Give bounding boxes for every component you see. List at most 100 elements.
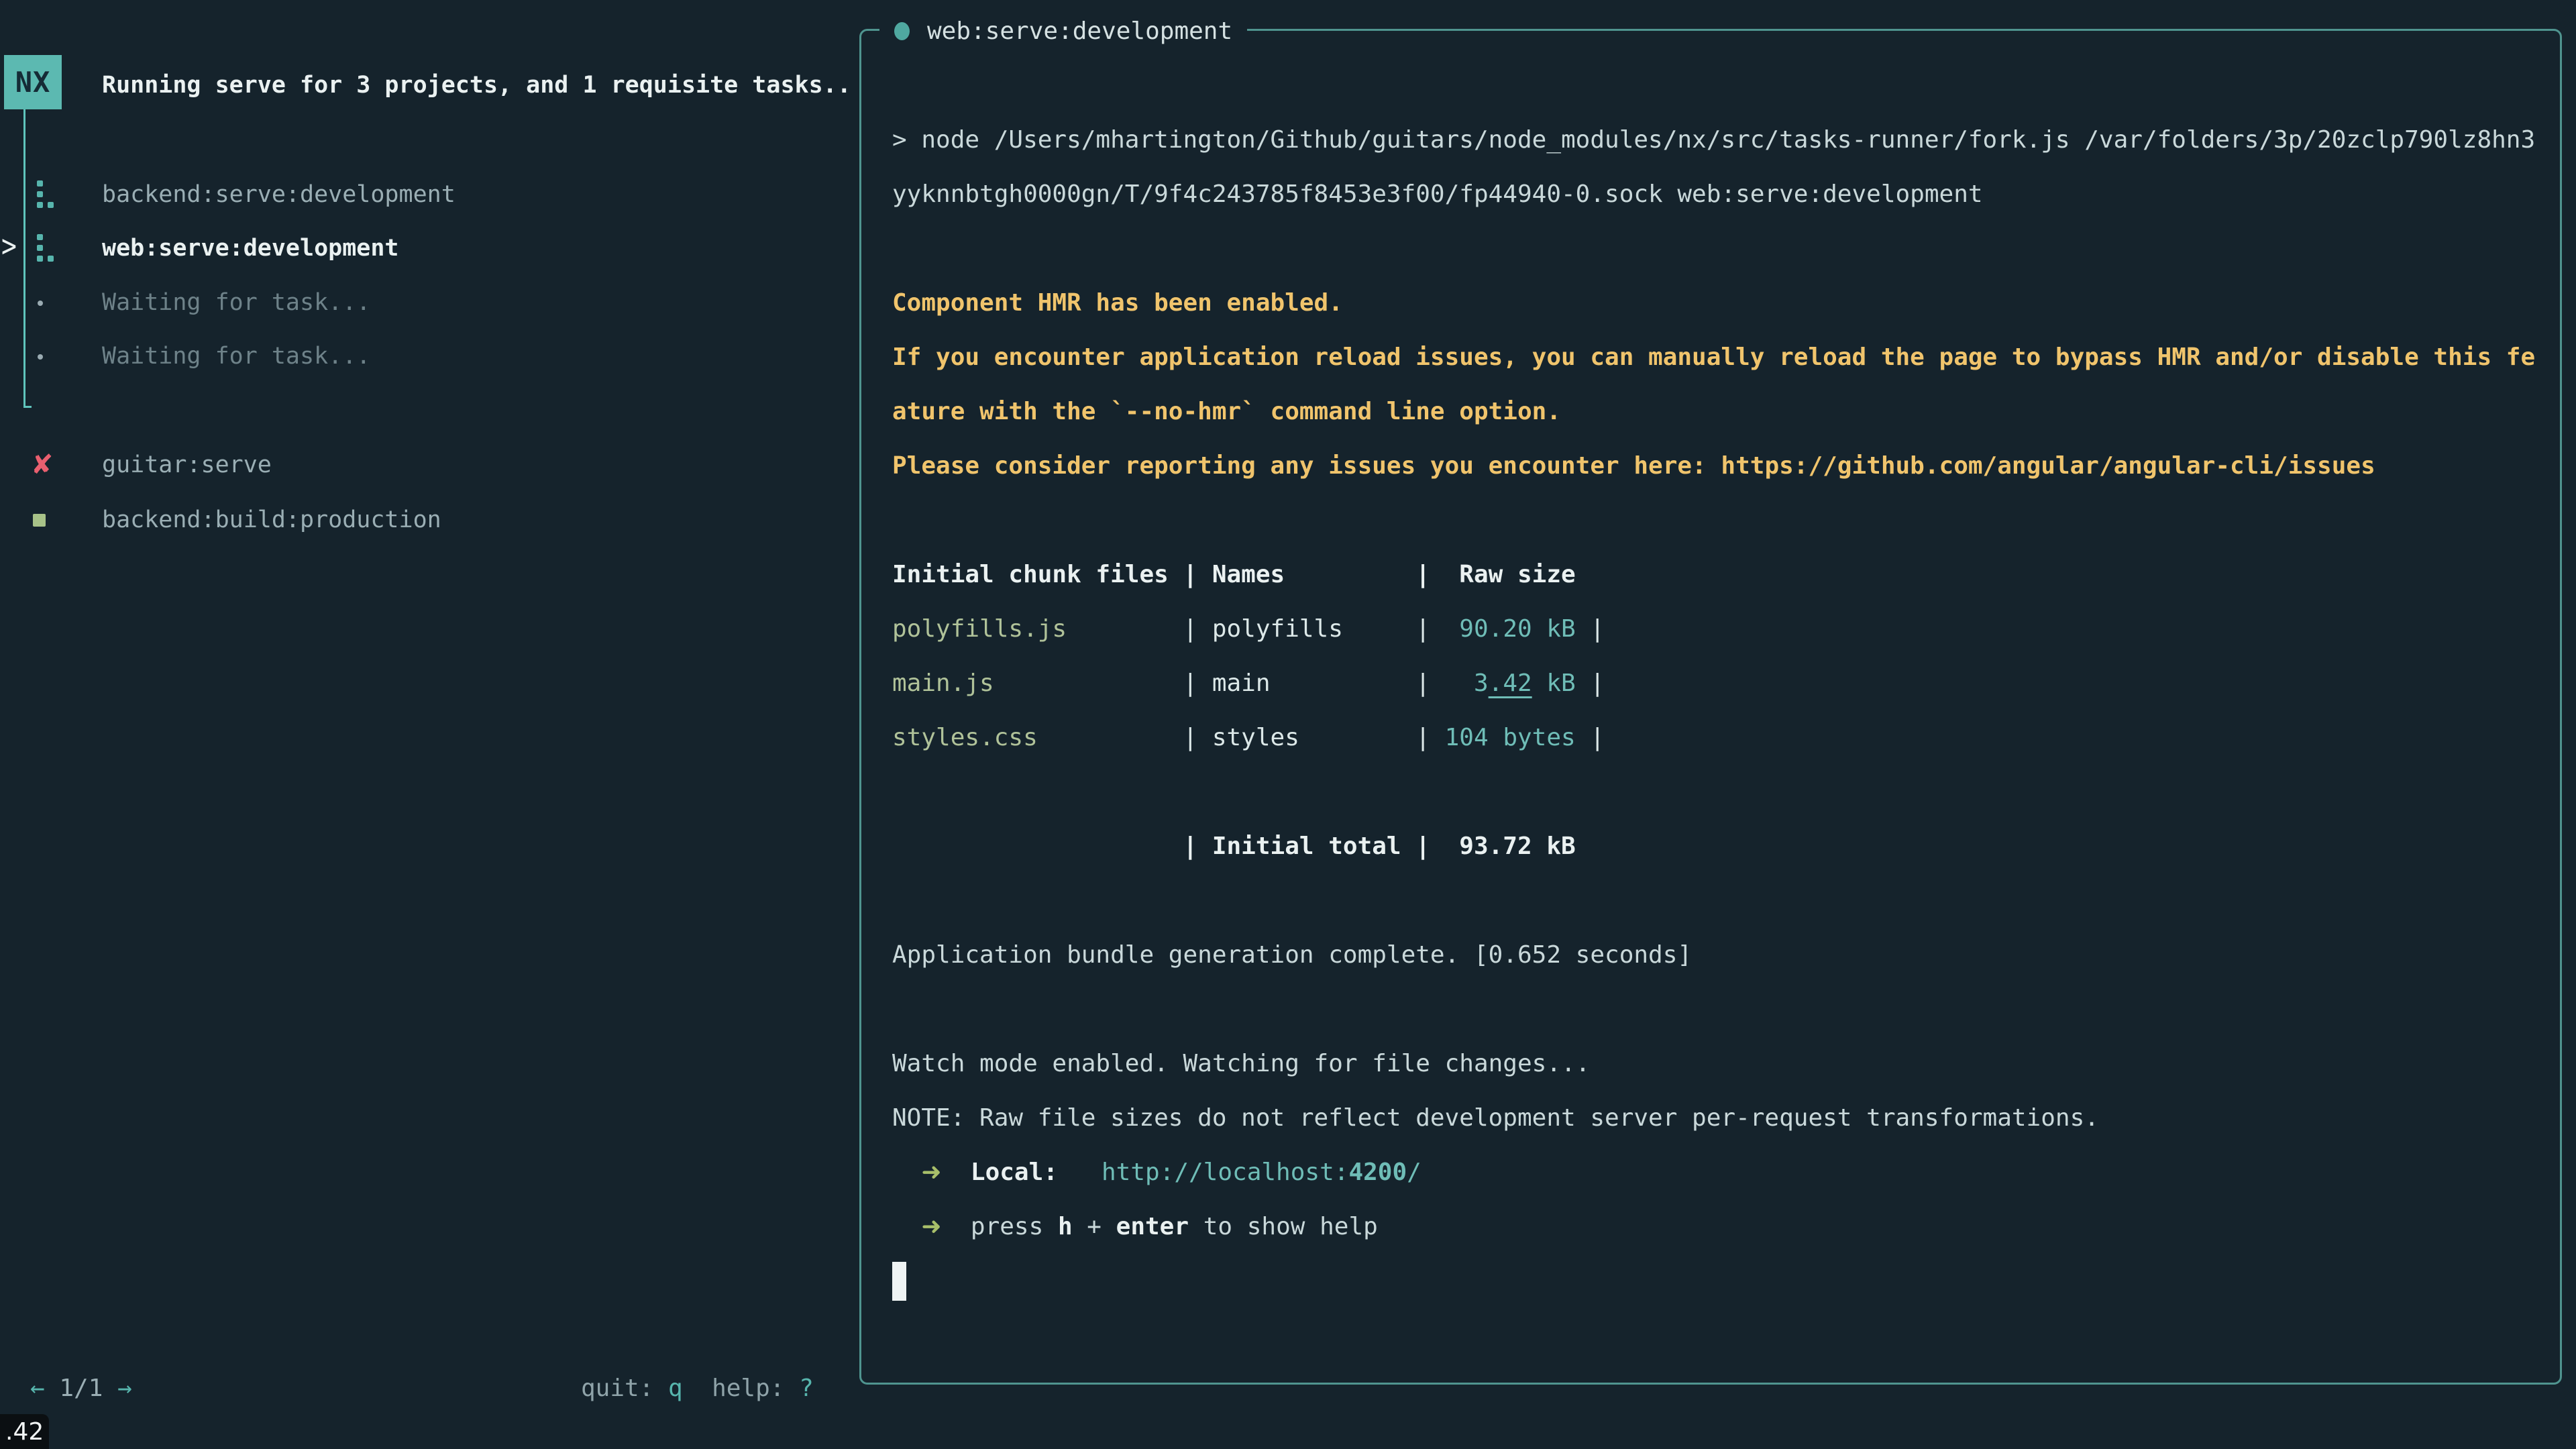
- text-segment: ature with the `--no-hmr` command line o…: [892, 398, 1561, 425]
- terminal-line: > node /Users/mhartington/Github/guitars…: [892, 113, 2540, 167]
- text-segment: |: [1576, 669, 1605, 697]
- text-segment: kB: [1532, 669, 1576, 697]
- selected-task-caret-icon: >: [1, 227, 17, 264]
- terminal-line: [892, 765, 2540, 819]
- page-next-arrow-icon[interactable]: →: [117, 1375, 132, 1402]
- task-row-web-serve-development[interactable]: >web:serve:development: [0, 221, 859, 275]
- local-url-slash[interactable]: /: [1407, 1159, 1421, 1186]
- terminal-line: ature with the `--no-hmr` command line o…: [892, 384, 2540, 439]
- help-key: ?: [799, 1375, 814, 1402]
- terminal-line: Please consider reporting any issues you…: [892, 439, 2540, 493]
- nx-tui-screen: NX Running serve for 3 projects, and 1 r…: [0, 0, 2576, 1449]
- nx-logo: NX: [4, 55, 62, 109]
- task-row-guitar-serve[interactable]: ✘ guitar:serve: [0, 438, 859, 492]
- keyboard-hints: quit: q help: ?: [581, 1371, 814, 1406]
- terminal-line: [892, 1254, 2540, 1308]
- terminal-line: ➜ Local: http://localhost:4200/: [892, 1145, 2540, 1199]
- text-segment: 90.20 kB: [1445, 615, 1576, 643]
- pane-title: web:serve:development: [879, 13, 1247, 48]
- spinner-icon: [37, 180, 54, 209]
- task-row-waiting-for-task-[interactable]: Waiting for task...: [0, 276, 859, 329]
- task-label: backend:serve:development: [102, 168, 455, 221]
- text-segment: > node /Users/mhartington/Github/guitars…: [892, 126, 2535, 154]
- text-segment: h: [1058, 1213, 1073, 1240]
- text-segment: 104 bytes: [1445, 724, 1576, 751]
- task-status-dot-icon: [894, 22, 910, 40]
- sidebar: NX Running serve for 3 projects, and 1 r…: [0, 0, 859, 1449]
- text-cursor: [892, 1262, 906, 1301]
- terminal-line: If you encounter application reload issu…: [892, 330, 2540, 384]
- text-segment: ➜: [921, 1213, 941, 1240]
- text-segment: Component HMR has been enabled.: [892, 289, 1343, 317]
- page-prev-arrow-icon[interactable]: ←: [30, 1375, 45, 1402]
- text-segment: NOTE: Raw file sizes do not reflect deve…: [892, 1104, 2099, 1132]
- terminal-line: [892, 982, 2540, 1036]
- terminal-line: Application bundle generation complete. …: [892, 928, 2540, 982]
- text-segment: |: [1576, 615, 1605, 643]
- local-url-link[interactable]: http://localhost:: [1102, 1159, 1348, 1186]
- quit-key: q: [668, 1375, 683, 1402]
- text-segment: | polyfills |: [1183, 615, 1444, 643]
- text-segment: Watch mode enabled. Watching for file ch…: [892, 1050, 1590, 1077]
- waiting-dot-icon: [38, 301, 43, 306]
- quit-hint-label: quit:: [581, 1375, 668, 1402]
- task-row-backend-build-production[interactable]: backend:build:production: [0, 493, 859, 547]
- text-segment: If you encounter application reload issu…: [892, 343, 2535, 371]
- text-segment: | main |: [1183, 669, 1444, 697]
- spacer: [103, 1375, 117, 1402]
- local-url-port[interactable]: 4200: [1348, 1159, 1407, 1186]
- text-segment: 3: [1445, 669, 1489, 697]
- text-segment: main.js: [892, 669, 1183, 697]
- waiting-dot-icon: [38, 354, 43, 360]
- terminal-line: [892, 873, 2540, 928]
- page-indicator: [45, 1375, 60, 1402]
- terminal-line: [892, 221, 2540, 276]
- task-label: guitar:serve: [102, 438, 272, 492]
- task-output-pane[interactable]: web:serve:development > node /Users/mhar…: [859, 29, 2562, 1385]
- text-segment: [892, 1159, 921, 1186]
- spinner-dots: [37, 180, 43, 186]
- terminal-line: Watch mode enabled. Watching for file ch…: [892, 1036, 2540, 1091]
- terminal-line: | Initial total | 93.72 kB: [892, 819, 2540, 873]
- text-segment: press: [971, 1213, 1058, 1240]
- task-row-backend-serve-development[interactable]: backend:serve:development: [0, 168, 859, 221]
- terminal-line: NOTE: Raw file sizes do not reflect deve…: [892, 1091, 2540, 1145]
- spinner-icon: [37, 234, 54, 262]
- text-segment: | Initial total | 93.72 kB: [892, 833, 1576, 860]
- pane-title-label: web:serve:development: [927, 17, 1232, 45]
- run-summary-title: Running serve for 3 projects, and 1 requ…: [102, 66, 851, 104]
- text-segment: | styles |: [1183, 724, 1444, 751]
- text-segment: .42: [1489, 669, 1532, 697]
- text-segment: [892, 1213, 921, 1240]
- terminal-line: styles.css | styles | 104 bytes |: [892, 710, 2540, 765]
- spinner-dots: [37, 234, 43, 240]
- issues-url-link[interactable]: https://github.com/angular/angular-cli/i…: [1721, 452, 2375, 480]
- page-number: 1/1: [59, 1375, 103, 1402]
- text-segment: Please consider reporting any issues you…: [892, 452, 1721, 480]
- task-label: Waiting for task...: [102, 329, 370, 383]
- text-segment: [1058, 1159, 1102, 1186]
- text-segment: +: [1073, 1213, 1116, 1240]
- terminal-line: ➜ press h + enter to show help: [892, 1199, 2540, 1254]
- text-segment: Local:: [971, 1159, 1058, 1186]
- text-segment: Initial chunk files | Names | Raw size: [892, 561, 1576, 588]
- text-segment: |: [1576, 724, 1605, 751]
- text-segment: enter: [1116, 1213, 1189, 1240]
- terminal-line: polyfills.js | polyfills | 90.20 kB |: [892, 602, 2540, 656]
- text-segment: yyknnbtgh0000gn/T/9f4c243785f8453e3f00/f…: [892, 180, 1983, 208]
- terminal-line: yyknnbtgh0000gn/T/9f4c243785f8453e3f00/f…: [892, 167, 2540, 221]
- terminal-line: [892, 493, 2540, 547]
- task-label: Waiting for task...: [102, 276, 370, 329]
- help-hint-label: help:: [683, 1375, 799, 1402]
- text-segment: to show help: [1189, 1213, 1378, 1240]
- task-label: backend:build:production: [102, 493, 441, 547]
- failed-cross-icon: ✘: [31, 438, 54, 492]
- success-square-icon: [33, 514, 46, 527]
- text-segment: styles.css: [892, 724, 1183, 751]
- task-row-waiting-for-task-[interactable]: Waiting for task...: [0, 329, 859, 383]
- text-segment: [942, 1213, 971, 1240]
- terminal-line: Component HMR has been enabled.: [892, 276, 2540, 330]
- terminal-line: main.js | main | 3.42 kB |: [892, 656, 2540, 710]
- text-segment: [942, 1159, 971, 1186]
- text-segment: Application bundle generation complete. …: [892, 941, 1692, 969]
